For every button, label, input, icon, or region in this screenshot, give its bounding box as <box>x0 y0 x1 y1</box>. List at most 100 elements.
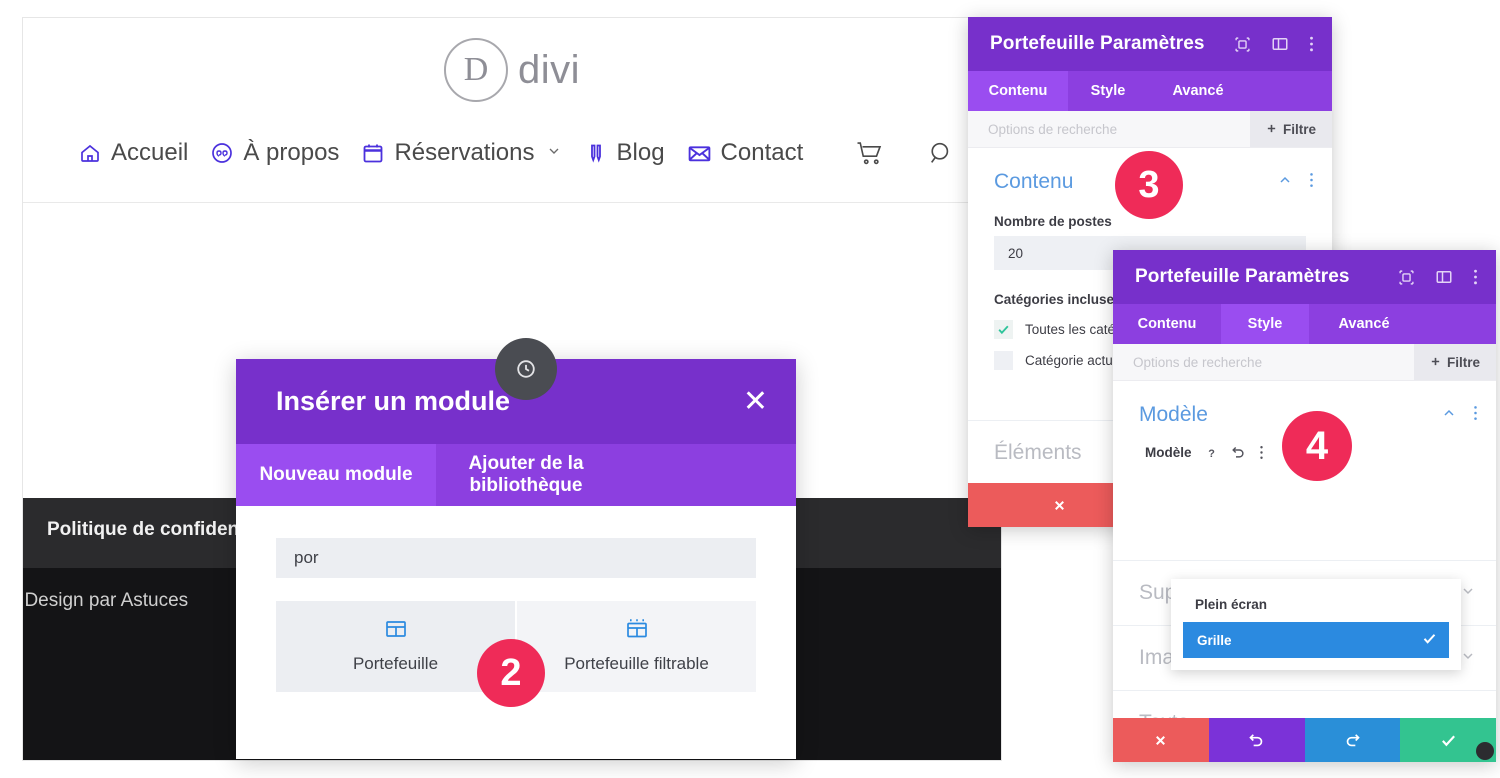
panel-title: Portefeuille Paramètres <box>1135 266 1350 287</box>
panel-titlebar-actions <box>1234 35 1314 53</box>
nav-label: À propos <box>243 139 340 166</box>
divi-logo-text: divi <box>517 47 581 92</box>
calendar-icon <box>361 141 385 165</box>
panel-title-bar: Portefeuille Paramètres <box>968 17 1332 71</box>
check-icon <box>1422 631 1437 649</box>
nav-label: Réservations <box>394 139 535 166</box>
panel-search-bar: Options de recherche Filtre <box>968 111 1332 148</box>
module-search-input[interactable]: por <box>276 538 756 578</box>
screenshot-root: D divi Accueil À propos Réservations Blo… <box>0 0 1500 778</box>
panel-search-bar: Options de recherche Filtre <box>1113 344 1496 381</box>
panel-tabs: Contenu Style Avancé <box>1113 304 1496 344</box>
tab-avance[interactable]: Avancé <box>1148 71 1248 111</box>
checkbox-label: Catégorie actue <box>1025 353 1121 368</box>
panel-footer-actions <box>1113 718 1496 762</box>
nav-utilities <box>855 138 955 168</box>
dropdown-option-plein-ecran[interactable]: Plein écran <box>1171 589 1461 622</box>
more-vertical-icon[interactable] <box>1473 268 1478 286</box>
tab-style[interactable]: Style <box>1068 71 1148 111</box>
modele-dropdown-options: Plein écran Grille <box>1171 579 1461 670</box>
more-vertical-icon[interactable] <box>1473 405 1478 426</box>
cancel-button[interactable] <box>1113 718 1209 762</box>
panel-title-bar: Portefeuille Paramètres <box>1113 250 1496 304</box>
svg-text:?: ? <box>1208 447 1215 459</box>
filter-label: Filtre <box>1282 121 1316 137</box>
empty-checkbox-icon <box>994 351 1013 370</box>
panel-titlebar-actions <box>1398 268 1478 286</box>
nav-item-contact[interactable]: Contact <box>687 139 804 167</box>
undo-button[interactable] <box>1208 718 1305 762</box>
portfolio-grid-icon <box>384 617 408 646</box>
pen-icon <box>584 141 608 165</box>
nav-label: Contact <box>720 139 804 166</box>
tab-contenu[interactable]: Contenu <box>1113 304 1221 344</box>
filter-button[interactable]: Filtre <box>1249 111 1332 147</box>
more-vertical-icon[interactable] <box>1309 172 1314 193</box>
module-card-portefeuille-filtrable[interactable]: Portefeuille filtrable <box>517 601 756 692</box>
divi-logo-mark: D <box>443 38 508 102</box>
step-badge-4: 4 <box>1282 411 1352 481</box>
plus-icon <box>1430 355 1441 370</box>
footer-copyright-text: vés - Design par Astuces <box>23 590 189 611</box>
field-label-modele: Modèle <box>1145 445 1192 460</box>
close-icon[interactable]: ✕ <box>743 386 768 417</box>
redo-button[interactable] <box>1304 718 1401 762</box>
search-icon[interactable] <box>927 139 955 167</box>
section-actions <box>1277 172 1314 193</box>
dropdown-option-label: Grille <box>1197 632 1232 648</box>
resize-icon[interactable] <box>1234 36 1251 53</box>
filterable-portfolio-grid-icon <box>625 617 649 646</box>
check-icon <box>994 320 1013 339</box>
nav-label: Accueil <box>111 139 189 166</box>
undo-icon[interactable] <box>1231 445 1246 460</box>
more-vertical-icon[interactable] <box>1259 445 1264 460</box>
nav-item-reservations[interactable]: Réservations <box>361 139 561 167</box>
filter-label: Filtre <box>1446 354 1480 370</box>
filter-button[interactable]: Filtre <box>1413 344 1496 380</box>
cart-icon[interactable] <box>855 138 885 168</box>
plus-icon <box>1266 122 1277 137</box>
resize-icon[interactable] <box>1398 269 1415 286</box>
chevron-down-icon <box>546 143 562 163</box>
module-card-label: Portefeuille <box>352 654 439 673</box>
more-vertical-icon[interactable] <box>1309 35 1314 53</box>
site-navigation: Accueil À propos Réservations Blog Conta… <box>23 138 1001 168</box>
history-button[interactable] <box>495 338 557 400</box>
layout-columns-icon[interactable] <box>1435 268 1453 286</box>
footer-privacy-link[interactable]: Politique de confiden <box>47 519 239 541</box>
chevron-down-icon <box>1460 583 1476 604</box>
section-actions <box>1441 405 1478 426</box>
chevron-down-icon <box>1460 648 1476 669</box>
step-badge-2: 2 <box>477 639 545 707</box>
tab-nouveau-module[interactable]: Nouveau module <box>236 444 436 506</box>
nav-item-a-propos[interactable]: À propos <box>210 139 339 167</box>
nav-item-accueil[interactable]: Accueil <box>78 139 188 167</box>
history-clock-icon <box>515 358 537 380</box>
portfolio-settings-panel-style: Portefeuille Paramètres Contenu Style Av… <box>1113 250 1496 762</box>
step-badge-3: 3 <box>1115 151 1183 219</box>
search-options-input[interactable]: Options de recherche <box>1113 355 1414 370</box>
tab-avance[interactable]: Avancé <box>1309 304 1419 344</box>
nav-item-blog[interactable]: Blog <box>584 139 665 167</box>
tab-style[interactable]: Style <box>1221 304 1309 344</box>
chevron-up-icon[interactable] <box>1277 172 1293 193</box>
layout-columns-icon[interactable] <box>1271 35 1289 53</box>
home-icon <box>78 141 102 165</box>
module-card-label: Portefeuille filtrable <box>564 654 709 673</box>
panel-tabs: Contenu Style Avancé <box>968 71 1332 111</box>
resize-handle[interactable] <box>1476 742 1494 760</box>
nav-label: Blog <box>616 139 665 166</box>
envelope-icon <box>687 141 712 166</box>
tab-contenu[interactable]: Contenu <box>968 71 1068 111</box>
quote-icon <box>210 141 234 165</box>
panel-title: Portefeuille Paramètres <box>990 33 1205 54</box>
question-icon[interactable]: ? <box>1205 446 1218 460</box>
site-logo[interactable]: D divi <box>443 38 581 102</box>
tab-ajouter-bibliotheque[interactable]: Ajouter de la bibliothèque <box>436 444 616 506</box>
chevron-up-icon[interactable] <box>1441 405 1457 426</box>
search-options-input[interactable]: Options de recherche <box>968 122 1250 137</box>
checkbox-label: Toutes les catég <box>1025 322 1123 337</box>
site-header: D divi Accueil À propos Réservations Blo… <box>23 18 1001 203</box>
dialog-tabs: Nouveau module Ajouter de la bibliothèqu… <box>236 444 796 506</box>
dropdown-option-grille[interactable]: Grille <box>1183 622 1449 658</box>
